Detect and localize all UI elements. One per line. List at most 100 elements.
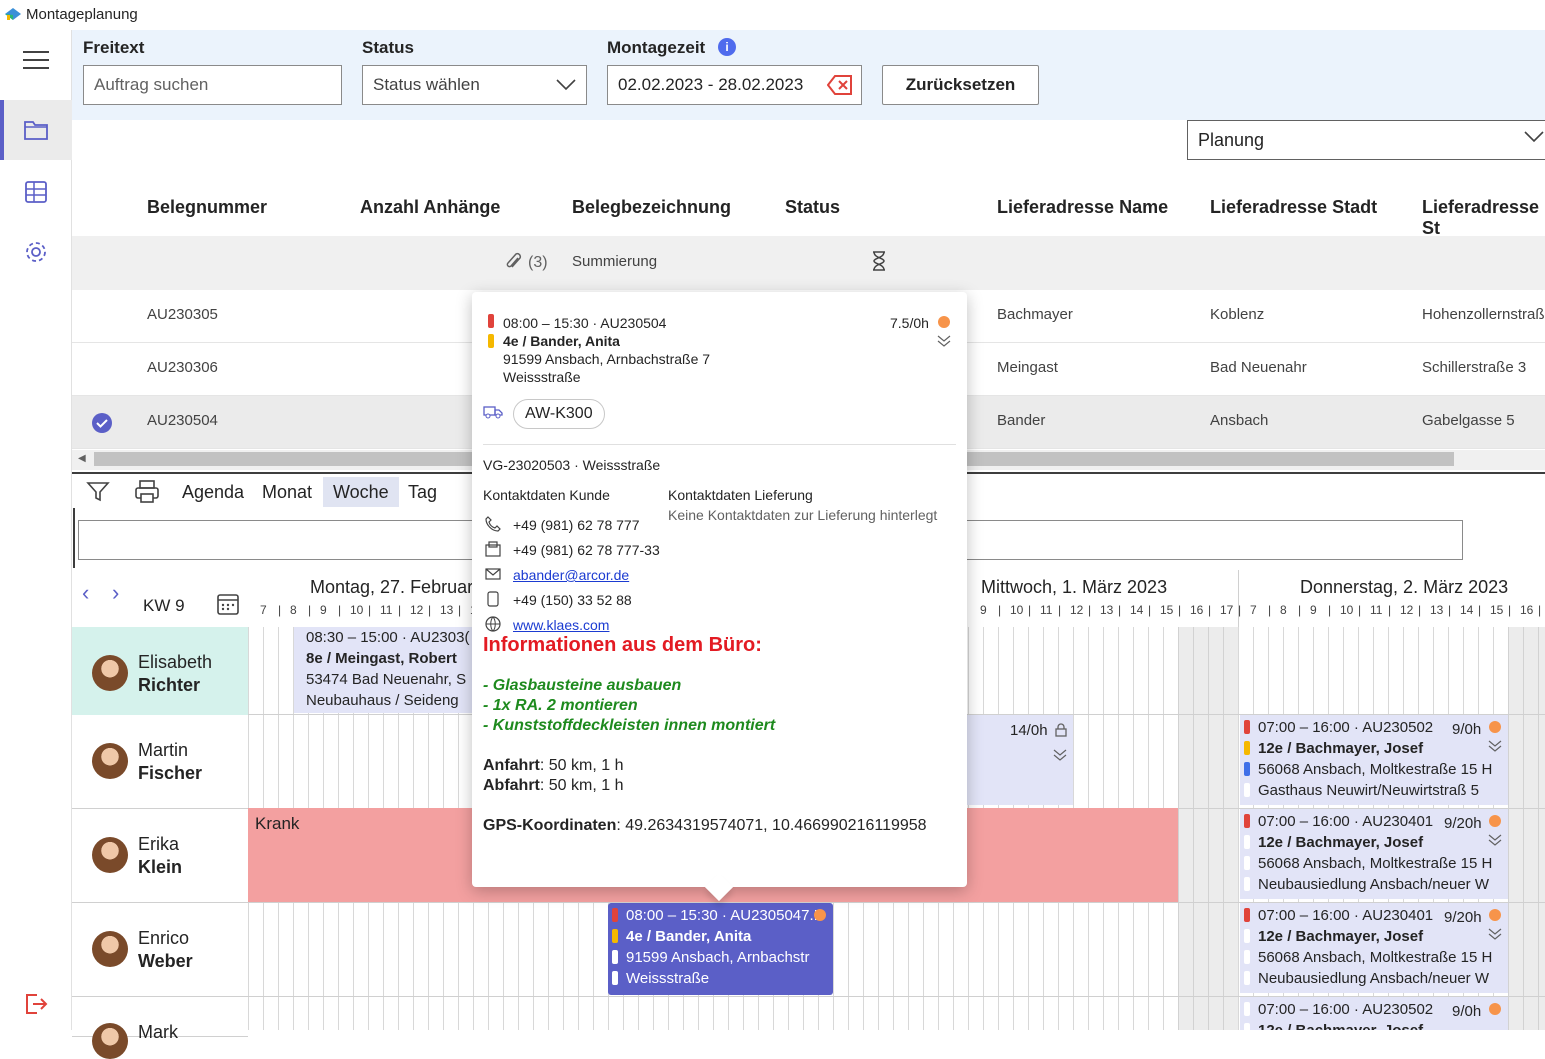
resource-name: Mark [138, 1022, 178, 1042]
hour-tick: 7 [1250, 603, 1257, 617]
sidebar-item-settings[interactable] [0, 222, 72, 282]
col-header-lieferadresse-strasse[interactable]: Lieferadresse St [1422, 197, 1545, 239]
freitext-input[interactable]: Auftrag suchen [83, 65, 342, 105]
cell-stadt: Ansbach [1210, 412, 1269, 429]
expand-icon[interactable] [1488, 833, 1502, 847]
popup-customer: 4e / Bander, Anita [503, 333, 620, 349]
expand-icon[interactable] [1488, 739, 1502, 753]
resource-row-weber[interactable]: Enrico Weber [72, 903, 248, 997]
info-line: - Glasbausteine ausbauen [483, 677, 682, 694]
summary-attachments: (3) [528, 254, 548, 271]
status-dropdown[interactable]: Status wählen [362, 65, 587, 105]
gps-label: GPS-Koordinaten [483, 817, 617, 834]
info-line: - 1x RA. 2 montieren [483, 697, 638, 714]
hourglass-icon [873, 251, 885, 271]
event-ratio: 9/20h [1444, 907, 1482, 928]
event-card[interactable]: 07:00 – 16:00 · AU230502 12e / Bachmayer… [1240, 997, 1508, 1030]
hour-tick: 17 [1220, 603, 1234, 617]
calendar-icon[interactable] [216, 592, 240, 616]
hour-tick-separator: | [368, 603, 372, 617]
resource-row-richter[interactable]: Elisabeth Richter [72, 627, 248, 721]
event-address: 56068 Ansbach, Moltkestraße 15 H [1258, 855, 1493, 872]
hour-tick: 12 [1070, 603, 1084, 617]
hamburger-menu-button[interactable] [0, 30, 72, 90]
col-header-status[interactable]: Status [785, 197, 840, 218]
hour-tick-separator: | [338, 603, 342, 617]
montagezeit-input[interactable]: 02.02.2023 - 28.02.2023 [607, 65, 862, 105]
toolbar-divider [73, 508, 75, 568]
event-card[interactable]: 07:00 – 16:00 · AU230502 12e / Bachmayer… [1240, 715, 1508, 805]
status-dot [1489, 721, 1501, 733]
mail-icon [485, 568, 501, 580]
hour-tick-separator: | [1118, 603, 1122, 617]
event-ratio: 9/20h [1444, 813, 1482, 834]
event-card[interactable]: 14/0h [967, 715, 1073, 805]
expand-icon[interactable] [1488, 927, 1502, 941]
event-location: Neubausiedlung Ansbach/neuer W [1258, 970, 1489, 987]
view-select[interactable]: Planung [1187, 120, 1545, 160]
event-card[interactable]: 07:00 – 16:00 · AU230401 12e / Bachmayer… [1240, 809, 1508, 899]
expand-icon[interactable] [1053, 748, 1067, 762]
info-icon[interactable]: i [718, 38, 736, 56]
reset-button[interactable]: Zurücksetzen [882, 65, 1039, 105]
view-month-button[interactable]: Monat [252, 477, 322, 507]
hour-tick-separator: | [1538, 603, 1542, 617]
avatar [92, 743, 128, 779]
lock-icon [1055, 723, 1067, 737]
cell-stadt: Bad Neuenahr [1210, 359, 1307, 376]
col-header-anhaenge[interactable]: Anzahl Anhänge [360, 197, 500, 218]
prev-week-icon[interactable]: ‹ [82, 580, 89, 606]
col-header-lieferadresse-name[interactable]: Lieferadresse Name [997, 197, 1168, 218]
offhours-shade [1508, 627, 1545, 1030]
event-card-selected[interactable]: 08:00 – 15:30 · AU2305047.! 4e / Bander,… [608, 903, 833, 995]
expand-icon[interactable] [937, 334, 951, 348]
col-header-belegbezeichnung[interactable]: Belegbezeichnung [572, 197, 731, 218]
print-icon[interactable] [134, 480, 160, 504]
col-header-lieferadresse-stadt[interactable]: Lieferadresse Stadt [1210, 197, 1377, 218]
cell-name: Bander [997, 412, 1046, 429]
freitext-label: Freitext [83, 38, 145, 57]
divider [483, 444, 956, 445]
event-time: 07:00 – 16:00 · AU230401 [1258, 813, 1434, 830]
event-details-popup: 08:00 – 15:30 · AU230504 7.5/0h 4e / Ban… [472, 292, 967, 902]
folder-icon [24, 121, 48, 140]
hour-tick: 10 [350, 603, 364, 617]
next-week-icon[interactable]: › [112, 580, 119, 606]
view-week-button[interactable]: Woche [323, 477, 399, 507]
hour-tick-separator: | [1208, 603, 1212, 617]
logout-button[interactable] [0, 976, 72, 1032]
filter-icon[interactable] [86, 480, 110, 504]
hour-tick-separator: | [398, 603, 402, 617]
sidebar-item-orders[interactable] [0, 100, 72, 160]
contact-email-link[interactable]: abander@arcor.de [513, 567, 629, 583]
event-location: Gasthaus Neuwirt/Neuwirtstraß 5 [1258, 782, 1479, 799]
event-address: 56068 Ansbach, Moltkestraße 15 H [1258, 761, 1493, 778]
cell-strasse: Hohenzollernstraße [1422, 306, 1545, 323]
event-time: 08:00 – 15:30 · AU2305047.! [626, 907, 818, 924]
table-icon [25, 181, 47, 203]
resource-row-fischer[interactable]: Martin Fischer [72, 715, 248, 809]
sidebar-item-table[interactable] [0, 162, 72, 222]
view-agenda-button[interactable]: Agenda [172, 477, 254, 507]
checkmark-circle-icon[interactable] [92, 413, 112, 433]
clear-date-icon[interactable] [827, 74, 853, 96]
cell-name: Meingast [997, 359, 1058, 376]
scroll-left-icon[interactable]: ◀ [78, 453, 86, 464]
status-dot [1489, 1003, 1501, 1015]
event-card[interactable]: 07:00 – 16:00 · AU230401 12e / Bachmayer… [1240, 903, 1508, 993]
contact-fax: +49 (981) 62 78 777-33 [513, 542, 660, 558]
view-select-value: Planung [1198, 129, 1265, 150]
event-address: 56068 Ansbach, Moltkestraße 15 H [1258, 949, 1493, 966]
status-dot [938, 316, 950, 328]
col-header-belegnummer[interactable]: Belegnummer [147, 197, 267, 218]
event-card[interactable]: 08:30 – 15:00 · AU2303( 8e / Meingast, R… [294, 627, 474, 713]
mobile-icon [487, 591, 499, 607]
contact-website-link[interactable]: www.klaes.com [513, 617, 609, 633]
event-ratio: 14/0h [1010, 722, 1048, 739]
vehicle-chip[interactable]: AW-K300 [513, 399, 605, 429]
title-bar: Montageplanung [0, 0, 1545, 30]
event-location: Weissstraße [626, 970, 710, 987]
view-day-button[interactable]: Tag [398, 477, 447, 507]
resource-row-mark[interactable]: Mark [72, 997, 248, 1059]
resource-row-klein[interactable]: Erika Klein [72, 809, 248, 903]
